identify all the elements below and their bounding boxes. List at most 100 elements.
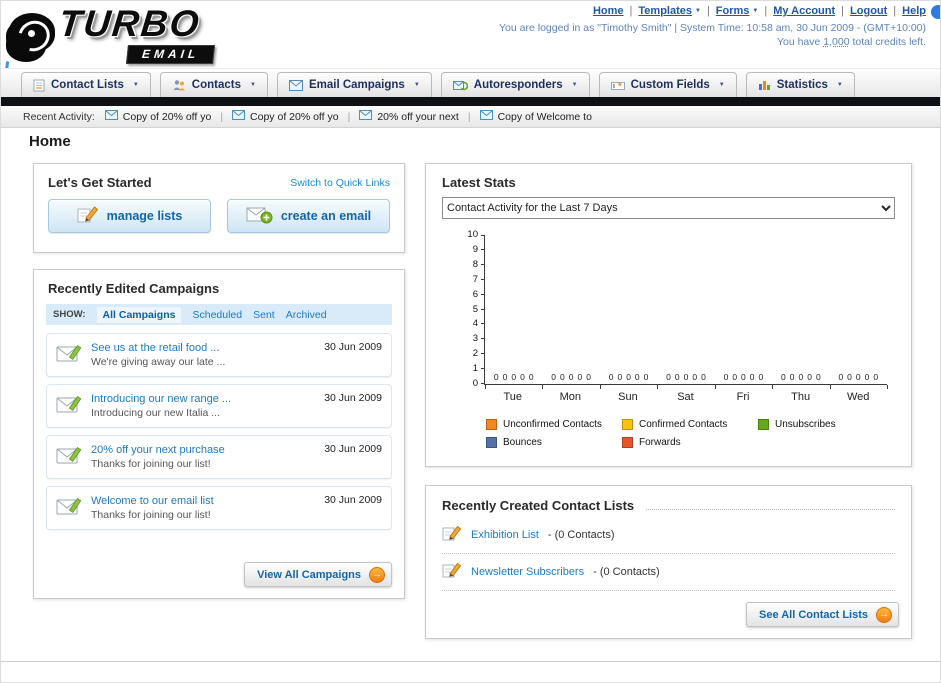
recent-activity-item[interactable]: Copy of 20% off yo bbox=[104, 110, 211, 123]
view-all-campaigns-button[interactable]: View All Campaigns bbox=[244, 562, 392, 587]
button-label: manage lists bbox=[106, 209, 183, 223]
nav-underline-bar bbox=[1, 97, 940, 106]
campaign-row[interactable]: 20% off your next purchase Thanks for jo… bbox=[46, 435, 392, 479]
separator bbox=[887, 5, 902, 17]
y-axis-tick-label: 0 bbox=[472, 378, 478, 389]
legend-label: Bounces bbox=[503, 437, 542, 448]
separator bbox=[758, 5, 773, 17]
y-axis-tick-label: 8 bbox=[472, 258, 478, 270]
legend-swatch bbox=[486, 437, 497, 448]
x-axis-tick bbox=[772, 385, 774, 389]
recent-activity-text: 20% off your next bbox=[377, 110, 459, 123]
recent-activity-bar: Recent Activity: Copy of 20% off yo Copy… bbox=[1, 106, 940, 128]
x-axis-label: Mon bbox=[559, 391, 582, 403]
chart-value-group: 00000 bbox=[838, 372, 879, 382]
autoresponders-icon bbox=[452, 79, 468, 91]
link-templates[interactable]: Templates bbox=[638, 5, 701, 17]
campaign-title-link[interactable]: Welcome to our email list bbox=[91, 495, 214, 507]
contact-list-row[interactable]: Newsletter Subscribers - (0 Contacts) bbox=[442, 554, 895, 591]
x-axis-tick bbox=[887, 385, 888, 389]
x-axis-tick bbox=[829, 385, 831, 389]
link-help[interactable]: Help bbox=[902, 5, 926, 17]
filter-scheduled[interactable]: Scheduled bbox=[192, 309, 242, 321]
recent-activity-item[interactable]: 20% off your next bbox=[359, 110, 459, 123]
x-axis-label: Fri bbox=[736, 391, 750, 403]
logo-text-primary: TURBO bbox=[56, 3, 203, 44]
campaign-title-link[interactable]: See us at the retail food ... bbox=[91, 342, 225, 354]
top-nav-links: Home Templates Forms My Account Logout Help bbox=[593, 5, 926, 17]
separator bbox=[835, 5, 850, 17]
panel-title: Latest Stats bbox=[442, 175, 516, 190]
contact-list-link[interactable]: Newsletter Subscribers bbox=[471, 566, 584, 578]
panel-title: Recently Created Contact Lists bbox=[442, 498, 635, 513]
link-forms[interactable]: Forms bbox=[716, 5, 759, 17]
legend-label: Unconfirmed Contacts bbox=[503, 419, 602, 430]
campaign-title-link[interactable]: 20% off your next purchase bbox=[91, 444, 225, 456]
nav-statistics[interactable]: Statistics bbox=[745, 72, 855, 97]
x-axis-label: Sun bbox=[618, 391, 638, 403]
create-email-button[interactable]: create an email bbox=[227, 199, 390, 233]
footer-divider bbox=[1, 661, 940, 662]
y-axis-tick bbox=[481, 323, 485, 325]
y-axis-tick bbox=[481, 235, 485, 236]
envelope-icon bbox=[359, 110, 373, 123]
chart-plot: 10 9 8 7 6 5 4 3 2 1 0 0 0 0 0 0 0 0 0 0 0 0 0 0 0 0 0 0 0 0 0 0 0 0 0 0 0 0 0… bbox=[467, 229, 888, 389]
nav-label: Contact Lists bbox=[51, 79, 124, 91]
campaign-edit-icon bbox=[56, 394, 82, 419]
credits-prefix: You have bbox=[776, 36, 821, 48]
campaign-edit-icon bbox=[56, 496, 82, 521]
switch-quick-links-link[interactable]: Switch to Quick Links bbox=[290, 177, 390, 189]
stats-period-select[interactable]: Contact Activity for the Last 7 Days bbox=[442, 197, 895, 219]
x-axis-label: Wed bbox=[846, 391, 870, 403]
separator bbox=[339, 111, 360, 123]
app-logo[interactable]: TURBO EMAIL bbox=[7, 3, 267, 64]
svg-text:*: * bbox=[618, 81, 622, 91]
nav-label: Custom Fields bbox=[630, 79, 710, 91]
recent-activity-item[interactable]: Copy of Welcome to bbox=[479, 110, 592, 123]
latest-stats-panel: Latest Stats Contact Activity for the La… bbox=[425, 163, 912, 467]
campaign-row[interactable]: Introducing our new range ... Introducin… bbox=[46, 384, 392, 428]
contact-list-link[interactable]: Exhibition List bbox=[471, 529, 539, 541]
campaign-edit-icon bbox=[56, 343, 82, 368]
credits-suffix: total credits left. bbox=[852, 36, 926, 48]
x-axis-label: Thu bbox=[791, 391, 811, 403]
nav-custom-fields[interactable]: * Custom Fields bbox=[598, 72, 737, 97]
campaign-title-link[interactable]: Introducing our new range ... bbox=[91, 393, 231, 405]
email-campaigns-icon bbox=[288, 79, 303, 91]
chart-value-group: 00000 bbox=[723, 372, 764, 382]
campaign-row[interactable]: Welcome to our email list Thanks for joi… bbox=[46, 486, 392, 530]
legend-item: Unsubscribes bbox=[758, 419, 894, 430]
recent-campaigns-panel: Recently Edited Campaigns SHOW: All Camp… bbox=[33, 269, 405, 599]
app-window: TURBO EMAIL Home Templates Forms My Account… bbox=[0, 0, 941, 683]
envelope-icon bbox=[104, 110, 118, 123]
nav-contacts[interactable]: Contacts bbox=[159, 72, 268, 97]
filter-all-campaigns[interactable]: All Campaigns bbox=[96, 306, 182, 323]
nav-autoresponders[interactable]: Autoresponders bbox=[440, 72, 590, 97]
contact-activity-chart: 10 9 8 7 6 5 4 3 2 1 0 0 0 0 0 0 0 0 0 0 0 0 0 0 0 0 0 0 0 0 0 0 0 0 0 0 0 0 0… bbox=[467, 229, 895, 407]
filter-sent[interactable]: Sent bbox=[253, 309, 275, 321]
recent-activity-item[interactable]: Copy of 20% off yo bbox=[232, 110, 339, 123]
y-axis-tick bbox=[481, 248, 485, 250]
campaign-row[interactable]: See us at the retail food ... We're givi… bbox=[46, 333, 392, 377]
arrow-right-icon bbox=[876, 606, 892, 623]
nav-email-campaigns[interactable]: Email Campaigns bbox=[276, 72, 432, 97]
campaign-list: See us at the retail food ... We're givi… bbox=[34, 325, 404, 530]
link-home[interactable]: Home bbox=[593, 5, 624, 17]
legend-swatch bbox=[622, 419, 633, 430]
campaign-date: 30 Jun 2009 bbox=[324, 494, 382, 506]
y-axis-tick-label: 1 bbox=[472, 363, 478, 375]
link-my-account[interactable]: My Account bbox=[773, 5, 835, 17]
y-axis-tick bbox=[481, 383, 485, 384]
contact-list-row[interactable]: Exhibition List - (0 Contacts) bbox=[442, 517, 895, 554]
chart-value-group: 00000 bbox=[781, 372, 821, 382]
y-axis-tick-label: 5 bbox=[472, 303, 478, 315]
nav-contact-lists[interactable]: Contact Lists bbox=[21, 72, 151, 97]
see-all-contact-lists-button[interactable]: See All Contact Lists bbox=[745, 602, 899, 627]
link-logout[interactable]: Logout bbox=[850, 5, 887, 17]
recent-activity-text: Copy of 20% off yo bbox=[250, 110, 339, 123]
button-label: View All Campaigns bbox=[257, 568, 361, 581]
legend-label: Confirmed Contacts bbox=[639, 419, 728, 430]
legend-swatch bbox=[486, 419, 497, 430]
manage-lists-button[interactable]: manage lists bbox=[48, 199, 211, 233]
filter-archived[interactable]: Archived bbox=[286, 309, 327, 321]
